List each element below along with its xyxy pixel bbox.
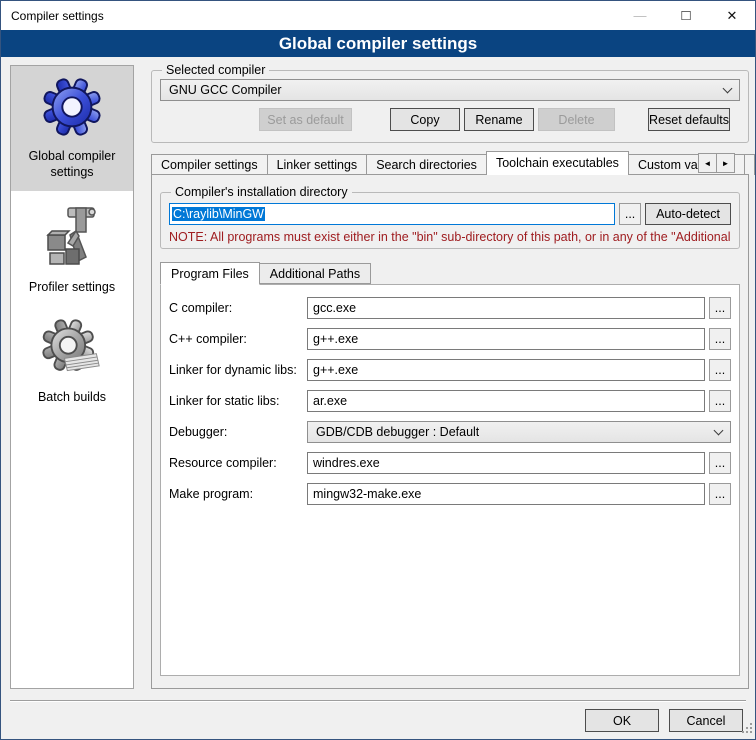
field-row-c-compiler: C compiler: ... [169, 297, 731, 319]
sidebar-item-global-compiler-settings[interactable]: Global compiler settings [11, 66, 133, 191]
c-compiler-input[interactable] [307, 297, 705, 319]
browse-button[interactable]: ... [709, 297, 731, 319]
compiler-settings-dialog: Compiler settings — □ ✕ Global compiler … [0, 0, 756, 740]
field-label: Resource compiler: [169, 456, 307, 470]
cancel-button[interactable]: Cancel [669, 709, 743, 732]
dialog-buttons: OK Cancel [585, 709, 743, 732]
rename-button[interactable]: Rename [464, 108, 534, 131]
sidebar-item-label: Batch builds [38, 389, 106, 405]
field-row-cpp-compiler: C++ compiler: ... [169, 328, 731, 350]
field-row-debugger: Debugger: GDB/CDB debugger : Default [169, 421, 731, 443]
close-icon[interactable]: ✕ [709, 1, 755, 30]
tab-scroll-left-icon[interactable]: ◄ [698, 153, 717, 173]
reset-defaults-button[interactable]: Reset defaults [648, 108, 730, 131]
compiler-buttons-row: Set as default Copy Rename Delete Reset … [160, 108, 740, 131]
field-label: C++ compiler: [169, 332, 307, 346]
browse-button[interactable]: ... [709, 452, 731, 474]
debugger-select[interactable]: GDB/CDB debugger : Default [307, 421, 731, 443]
compiler-select[interactable]: GNU GCC Compiler [160, 79, 740, 101]
selected-compiler-group: Selected compiler GNU GCC Compiler Set a… [151, 63, 749, 143]
selected-compiler-legend: Selected compiler [162, 63, 269, 77]
field-label: C compiler: [169, 301, 307, 315]
window-title: Compiler settings [1, 9, 104, 23]
browse-button[interactable]: ... [709, 390, 731, 412]
debugger-select-value: GDB/CDB debugger : Default [316, 425, 479, 439]
chevron-down-icon [723, 83, 733, 93]
tab-build-options[interactable]: Build options [744, 154, 755, 175]
page-title: Global compiler settings [1, 30, 755, 57]
linker-dynamic-input[interactable] [307, 359, 705, 381]
footer-divider [10, 700, 746, 702]
make-program-input[interactable] [307, 483, 705, 505]
tab-linker-settings[interactable]: Linker settings [267, 154, 368, 175]
field-row-make-program: Make program: ... [169, 483, 731, 505]
installation-directory-input[interactable]: C:\raylib\MinGW [169, 203, 615, 225]
maximize-icon[interactable]: □ [663, 1, 709, 30]
caliper-icon [40, 205, 104, 272]
tab-search-directories[interactable]: Search directories [366, 154, 487, 175]
field-row-linker-static: Linker for static libs: ... [169, 390, 731, 412]
tab-additional-paths[interactable]: Additional Paths [259, 263, 371, 284]
delete-button: Delete [538, 108, 615, 131]
field-label: Debugger: [169, 425, 307, 439]
resource-compiler-input[interactable] [307, 452, 705, 474]
tab-compiler-settings[interactable]: Compiler settings [151, 154, 268, 175]
ok-button[interactable]: OK [585, 709, 659, 732]
minimize-icon: — [617, 1, 663, 30]
program-files-tabstrip: Program Files Additional Paths [160, 261, 740, 284]
field-label: Make program: [169, 487, 307, 501]
field-label: Linker for static libs: [169, 394, 307, 408]
set-as-default-button: Set as default [259, 108, 352, 131]
field-row-resource-compiler: Resource compiler: ... [169, 452, 731, 474]
window-controls: — □ ✕ [617, 1, 755, 30]
installation-directory-row: C:\raylib\MinGW ... Auto-detect [169, 203, 731, 225]
tab-toolchain-executables[interactable]: Toolchain executables [486, 151, 629, 175]
browse-button[interactable]: ... [709, 359, 731, 381]
gray-gear-stack-icon [40, 319, 104, 382]
browse-button[interactable]: ... [709, 483, 731, 505]
compiler-select-value: GNU GCC Compiler [169, 83, 282, 97]
tab-scroll-arrows: ◄ ► [699, 153, 735, 173]
installation-directory-group: Compiler's installation directory C:\ray… [160, 185, 740, 249]
blue-gear-icon [39, 76, 105, 141]
toolchain-executables-panel: Compiler's installation directory C:\ray… [151, 174, 749, 689]
cpp-compiler-input[interactable] [307, 328, 705, 350]
linker-static-input[interactable] [307, 390, 705, 412]
settings-tabstrip: Compiler settings Linker settings Search… [151, 151, 749, 175]
copy-button[interactable]: Copy [390, 108, 460, 131]
sidebar-item-profiler-settings[interactable]: Profiler settings [11, 195, 133, 305]
main-content: Selected compiler GNU GCC Compiler Set a… [151, 57, 749, 689]
chevron-down-icon [714, 425, 724, 435]
sidebar-item-label: Global compiler settings [15, 148, 129, 181]
auto-detect-button[interactable]: Auto-detect [645, 203, 731, 225]
title-bar: Compiler settings — □ ✕ [1, 1, 755, 30]
resize-grip[interactable] [742, 723, 753, 737]
note-text: NOTE: All programs must exist either in … [169, 230, 731, 244]
tab-program-files[interactable]: Program Files [160, 262, 260, 285]
sidebar-item-batch-builds[interactable]: Batch builds [11, 309, 133, 415]
browse-button[interactable]: ... [709, 328, 731, 350]
tab-scroll-right-icon[interactable]: ► [716, 153, 735, 173]
field-label: Linker for dynamic libs: [169, 363, 307, 377]
browse-directory-button[interactable]: ... [619, 203, 641, 225]
program-files-panel: C compiler: ... C++ compiler: ... Linker… [160, 284, 740, 676]
selected-path-text: C:\raylib\MinGW [172, 207, 265, 221]
settings-sidebar: Global compiler settings [10, 65, 134, 689]
field-row-linker-dynamic: Linker for dynamic libs: ... [169, 359, 731, 381]
sidebar-item-label: Profiler settings [29, 279, 115, 295]
installation-directory-legend: Compiler's installation directory [171, 185, 352, 199]
